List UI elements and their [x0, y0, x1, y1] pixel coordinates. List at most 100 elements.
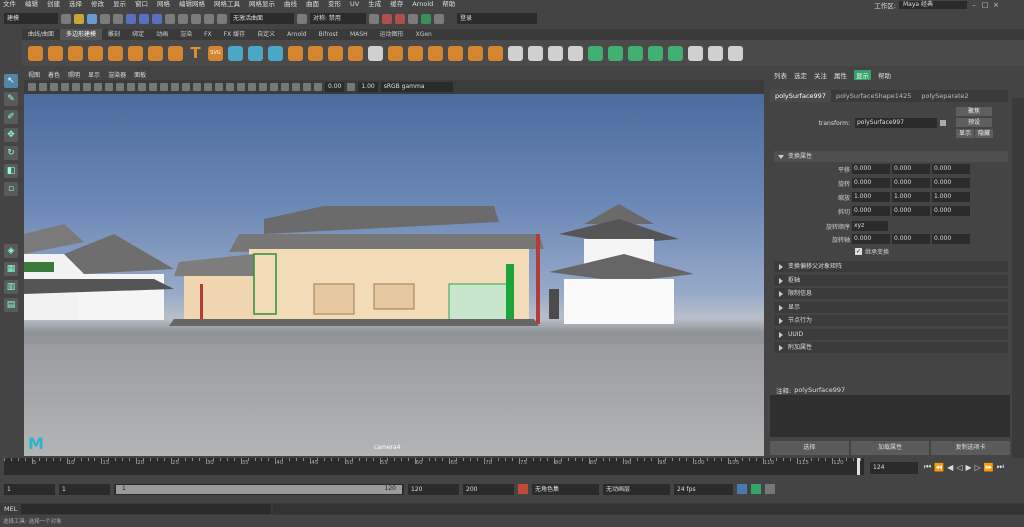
- viewport-3d[interactable]: camera4 M: [24, 94, 764, 456]
- select-hierarchy-icon[interactable]: [126, 13, 136, 24]
- menu-item[interactable]: 曲线: [284, 0, 297, 9]
- checker-icon[interactable]: [688, 45, 703, 61]
- menu-item[interactable]: 选择: [69, 0, 82, 9]
- platonic-solid-icon[interactable]: [168, 45, 183, 61]
- poly-cube-icon[interactable]: [48, 45, 63, 61]
- step-forward-key-icon[interactable]: ⏩: [984, 463, 994, 472]
- auto-uv-icon[interactable]: [608, 45, 623, 61]
- append-poly-icon[interactable]: [448, 45, 463, 61]
- render-icon[interactable]: [382, 13, 392, 24]
- target-weld-icon[interactable]: [548, 45, 563, 61]
- shelf-tab[interactable]: XGen: [410, 29, 438, 40]
- animation-end-field[interactable]: 200: [463, 483, 514, 495]
- rotate-axis-z[interactable]: 0.000: [932, 234, 970, 244]
- maximize-icon[interactable]: □: [981, 1, 989, 9]
- viewport-menu-item[interactable]: 着色: [48, 70, 60, 79]
- field-chart-icon[interactable]: [116, 83, 124, 91]
- step-forward-icon[interactable]: ▷: [975, 463, 981, 472]
- shelf-tab[interactable]: MASH: [344, 29, 374, 40]
- planar-uv-icon[interactable]: [628, 45, 643, 61]
- poly-sphere-icon[interactable]: [28, 45, 43, 61]
- menu-item[interactable]: 变形: [328, 0, 341, 9]
- menu-item[interactable]: 网格显示: [249, 0, 275, 9]
- resolution-gate-icon[interactable]: [94, 83, 102, 91]
- current-frame-field[interactable]: 124: [870, 462, 918, 474]
- menu-item[interactable]: 缓存: [390, 0, 403, 9]
- shelf-tab[interactable]: 雕刻: [102, 29, 126, 40]
- playback-end-field[interactable]: 120: [408, 483, 459, 495]
- smooth-icon[interactable]: [308, 45, 323, 61]
- mirror-icon[interactable]: [248, 45, 263, 61]
- menu-item[interactable]: 文件: [3, 0, 16, 9]
- render-settings-icon[interactable]: [408, 13, 418, 24]
- mel-input[interactable]: [21, 504, 272, 514]
- shelf-tab[interactable]: Bifrost: [313, 29, 344, 40]
- attribute-section[interactable]: 节点行为: [774, 315, 1008, 326]
- snap-live-icon[interactable]: [217, 13, 227, 24]
- menu-item[interactable]: 窗口: [135, 0, 148, 9]
- inherit-transform-checkbox[interactable]: ✓: [855, 248, 862, 255]
- attribute-section[interactable]: 附加属性: [774, 342, 1008, 353]
- motion-blur-icon[interactable]: [237, 83, 245, 91]
- render-view-icon[interactable]: [369, 13, 379, 24]
- exposure-field[interactable]: 0.00: [325, 82, 345, 92]
- shelf-tab[interactable]: 曲线/曲面: [22, 29, 60, 40]
- gamma-icon[interactable]: [347, 83, 356, 91]
- animation-start-field[interactable]: 1: [4, 483, 55, 495]
- lasso-tool-icon[interactable]: ✎: [4, 92, 18, 106]
- xray-component-icon[interactable]: [303, 83, 311, 91]
- attribute-value-field[interactable]: 0.000: [852, 206, 890, 216]
- open-scene-icon[interactable]: [74, 13, 84, 24]
- svg-tool-icon[interactable]: SVG: [208, 45, 223, 61]
- viewport-menu-item[interactable]: 视图: [28, 70, 40, 79]
- undo-icon[interactable]: [100, 13, 110, 24]
- poly-cone-icon[interactable]: [88, 45, 103, 61]
- notes-textarea[interactable]: [770, 395, 1010, 437]
- scale-tool-icon[interactable]: ◧: [4, 164, 18, 178]
- snap-point-icon[interactable]: [191, 13, 201, 24]
- last-tool-icon[interactable]: ▫: [4, 182, 18, 196]
- close-icon[interactable]: ×: [992, 1, 1000, 9]
- menu-item[interactable]: 曲面: [306, 0, 319, 9]
- poly-cylinder-icon[interactable]: [68, 45, 83, 61]
- attribute-value-field[interactable]: 1.000: [852, 192, 890, 202]
- viewport-menu-item[interactable]: 显示: [88, 70, 100, 79]
- copy-tab-button[interactable]: 复制选项卡: [931, 441, 1011, 455]
- save-scene-icon[interactable]: [87, 13, 97, 24]
- ae-menu-item[interactable]: 显示: [854, 70, 871, 80]
- attribute-section[interactable]: 枢轴: [774, 274, 1008, 286]
- quadrangulate-icon[interactable]: [488, 45, 503, 61]
- character-set-dropdown[interactable]: 无角色集: [532, 483, 599, 495]
- rotate-tool-icon[interactable]: ↻: [4, 146, 18, 160]
- bevel-icon[interactable]: [388, 45, 403, 61]
- play-forward-icon[interactable]: ▶: [965, 463, 971, 472]
- cylindrical-uv-icon[interactable]: [648, 45, 663, 61]
- shadows-icon[interactable]: [215, 83, 223, 91]
- attribute-value-field[interactable]: 0.000: [852, 178, 890, 188]
- multicut-icon[interactable]: [528, 45, 543, 61]
- ae-menu-item[interactable]: 属性: [834, 70, 847, 80]
- single-view-icon[interactable]: ◈: [4, 244, 18, 258]
- lights-icon[interactable]: [204, 83, 212, 91]
- bookmark-icon[interactable]: [50, 83, 58, 91]
- move-tool-icon[interactable]: ✥: [4, 128, 18, 142]
- select-button[interactable]: 选择: [770, 441, 849, 455]
- attribute-value-field[interactable]: 0.000: [932, 178, 970, 188]
- rotate-axis-x[interactable]: 0.000: [852, 234, 890, 244]
- arnold-render-icon[interactable]: [434, 13, 444, 24]
- playback-start-field[interactable]: 1: [59, 483, 110, 495]
- menu-item[interactable]: 网格: [157, 0, 170, 9]
- four-view-icon[interactable]: ▦: [4, 262, 18, 276]
- transfer-uv-icon[interactable]: [708, 45, 723, 61]
- attribute-section[interactable]: 显示: [774, 301, 1008, 313]
- soft-select-dropdown[interactable]: 无激活曲面: [230, 13, 294, 24]
- current-time-indicator[interactable]: [857, 458, 860, 475]
- menu-item[interactable]: Arnold: [412, 0, 433, 9]
- attribute-value-field[interactable]: 0.000: [852, 164, 890, 174]
- extrude-icon[interactable]: [408, 45, 423, 61]
- poly-text-icon[interactable]: T: [188, 45, 203, 61]
- select-object-icon[interactable]: [139, 13, 149, 24]
- shelf-tab[interactable]: 多边形建模: [60, 29, 103, 40]
- step-back-key-icon[interactable]: ⏪: [934, 463, 944, 472]
- new-scene-icon[interactable]: [61, 13, 71, 24]
